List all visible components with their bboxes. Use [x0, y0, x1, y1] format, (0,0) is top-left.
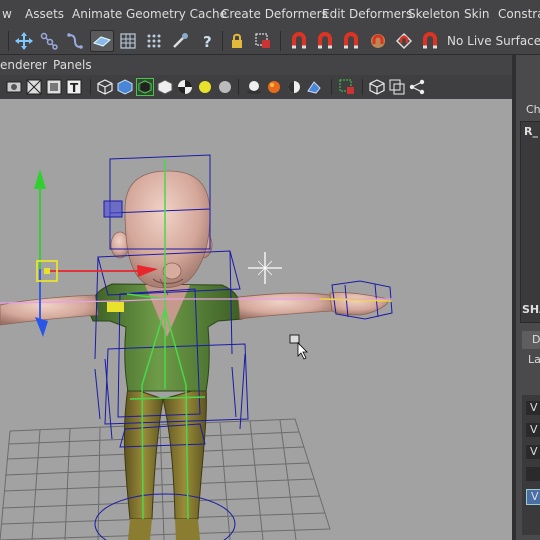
menu-item-geometry-cache[interactable]: Geometry Cache — [126, 7, 227, 21]
svg-text:T: T — [70, 81, 79, 95]
shadows-icon[interactable] — [245, 78, 263, 96]
select-object-icon[interactable] — [251, 30, 275, 52]
smooth-shade-icon[interactable]: T — [65, 78, 83, 96]
toolbar-divider — [331, 79, 332, 95]
layout-icon[interactable] — [388, 78, 406, 96]
menu-item-constrain[interactable]: Constrain — [498, 7, 540, 21]
joint-tool-icon[interactable] — [37, 30, 61, 52]
lattice-icon[interactable] — [116, 30, 140, 52]
ik-spline-icon[interactable] — [63, 30, 87, 52]
menu-item-create-deformers[interactable]: Create Deformers — [221, 7, 328, 21]
menu-item-edit-deformers[interactable]: Edit Deformers — [322, 7, 412, 21]
all-lights-icon[interactable] — [216, 78, 234, 96]
head — [110, 170, 213, 296]
layer-visibility-toggle[interactable] — [526, 467, 540, 481]
film-gate-icon[interactable] — [305, 78, 323, 96]
channel-box-list[interactable]: R_ — [520, 121, 540, 323]
camera-icon[interactable] — [5, 78, 23, 96]
snap-view-icon[interactable] — [366, 30, 390, 52]
paint-weights-icon[interactable] — [168, 30, 192, 52]
snap-surface-icon[interactable] — [339, 30, 363, 52]
xray-icon[interactable] — [116, 78, 134, 96]
menu-item-panels[interactable]: Panels — [53, 58, 92, 72]
wireframe-icon-shaded[interactable] — [156, 78, 174, 96]
toolbar-divider — [8, 31, 9, 51]
viewport-toolbar: T — [0, 75, 512, 100]
checker-icon[interactable] — [176, 78, 194, 96]
move-icon[interactable] — [12, 30, 36, 52]
layer-visibility-toggle[interactable]: V — [526, 401, 540, 415]
panel-menu-bar: enderer Panels — [0, 55, 512, 75]
3d-viewport[interactable] — [0, 99, 512, 540]
shapes-header: SHA — [522, 303, 540, 316]
layer-list: V V V V — [522, 395, 540, 535]
menu-item-assets[interactable]: Assets — [25, 7, 64, 21]
live-surface-label[interactable]: No Live Surface — [447, 34, 540, 48]
menu-item-skeleton[interactable]: Skeleton — [408, 7, 460, 21]
scene-canvas[interactable] — [0, 99, 512, 540]
status-line-toolbar: ? No Live Surface — [0, 28, 540, 55]
default-light-icon[interactable] — [196, 78, 214, 96]
grid-icon[interactable] — [368, 78, 386, 96]
help-icon[interactable]: ? — [195, 30, 219, 52]
wireframe-icon[interactable] — [25, 78, 43, 96]
menu-item-window[interactable]: w — [2, 7, 12, 21]
snap-point-icon[interactable] — [313, 30, 337, 52]
toolbar-divider — [238, 79, 239, 95]
main-menu-bar: w Assets Animate Geometry Cache Create D… — [0, 0, 540, 28]
layer-visibility-toggle-selected[interactable]: V — [526, 489, 540, 505]
smooth-bind-icon[interactable] — [90, 30, 114, 52]
menu-item-skin[interactable]: Skin — [464, 7, 490, 21]
magnet-icon[interactable] — [418, 30, 442, 52]
channel-box-panel: Cha R_ SHA D La V V V V — [516, 55, 540, 540]
mouse-cursor — [289, 334, 308, 360]
snap-live-icon[interactable] — [392, 30, 416, 52]
selected-object-name[interactable]: R_ — [524, 125, 538, 138]
ambient-occlusion-icon[interactable] — [285, 78, 303, 96]
left-leg — [123, 386, 207, 540]
toolbar-divider — [222, 31, 223, 51]
lock-icon[interactable] — [225, 30, 249, 52]
texture-icon[interactable] — [45, 78, 63, 96]
wrap-icon[interactable] — [142, 30, 166, 52]
motion-blur-icon[interactable] — [265, 78, 283, 96]
channel-box-label[interactable]: Cha — [526, 103, 540, 116]
menu-item-renderer[interactable]: enderer — [0, 58, 47, 72]
share-icon[interactable] — [408, 78, 426, 96]
ground-grid — [0, 418, 331, 540]
toolbar-divider — [280, 31, 281, 51]
snap-curve-icon[interactable] — [287, 30, 311, 52]
svg-text:?: ? — [203, 33, 212, 50]
display-layer-tab[interactable]: D — [522, 331, 540, 349]
layers-menu[interactable]: La — [528, 353, 540, 366]
torso — [89, 283, 243, 392]
resolution-gate-icon[interactable] — [338, 78, 356, 96]
toolbar-divider — [362, 79, 363, 95]
layer-visibility-toggle[interactable]: V — [526, 445, 540, 459]
layer-visibility-toggle[interactable]: V — [526, 423, 540, 437]
wireframe-on-shaded-icon[interactable] — [96, 78, 114, 96]
toolbar-divider — [90, 79, 91, 95]
menu-item-animate[interactable]: Animate — [72, 7, 122, 21]
target-locator — [248, 252, 282, 284]
isolate-select-icon[interactable] — [136, 78, 154, 96]
